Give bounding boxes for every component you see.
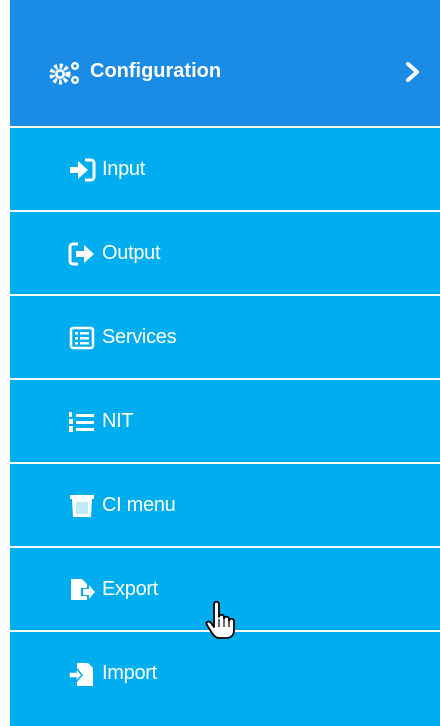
menu-item-label: CI menu xyxy=(102,494,176,516)
menu-item-services[interactable]: Services xyxy=(10,296,440,380)
list-ol-icon xyxy=(69,412,94,432)
menu-item-label: Output xyxy=(102,242,161,264)
configuration-title: Configuration xyxy=(90,60,222,82)
file-export-icon xyxy=(71,579,95,600)
hand-cursor-icon xyxy=(205,600,235,639)
menu-item-label: Import xyxy=(102,662,157,684)
menu-item-label: Export xyxy=(102,578,159,600)
sign-out-icon xyxy=(68,242,94,266)
trash-box-icon xyxy=(70,495,94,517)
menu-item-import[interactable]: Import xyxy=(10,632,440,716)
chevron-right-icon[interactable] xyxy=(405,60,421,84)
configuration-header[interactable]: Configuration xyxy=(10,0,440,128)
file-import-icon xyxy=(68,663,93,686)
menu-item-label: Input xyxy=(102,158,145,180)
cogs-icon xyxy=(49,62,79,85)
menu-item-ci-menu[interactable]: CI menu xyxy=(10,464,440,548)
menu-item-input[interactable]: Input xyxy=(10,128,440,212)
menu-item-label: NIT xyxy=(102,410,134,432)
menu-item-nit[interactable]: NIT xyxy=(10,380,440,464)
list-alt-icon xyxy=(69,326,95,350)
menu-item-label: Services xyxy=(102,326,177,348)
menu-item-output[interactable]: Output xyxy=(10,212,440,296)
sign-in-icon xyxy=(70,158,96,182)
